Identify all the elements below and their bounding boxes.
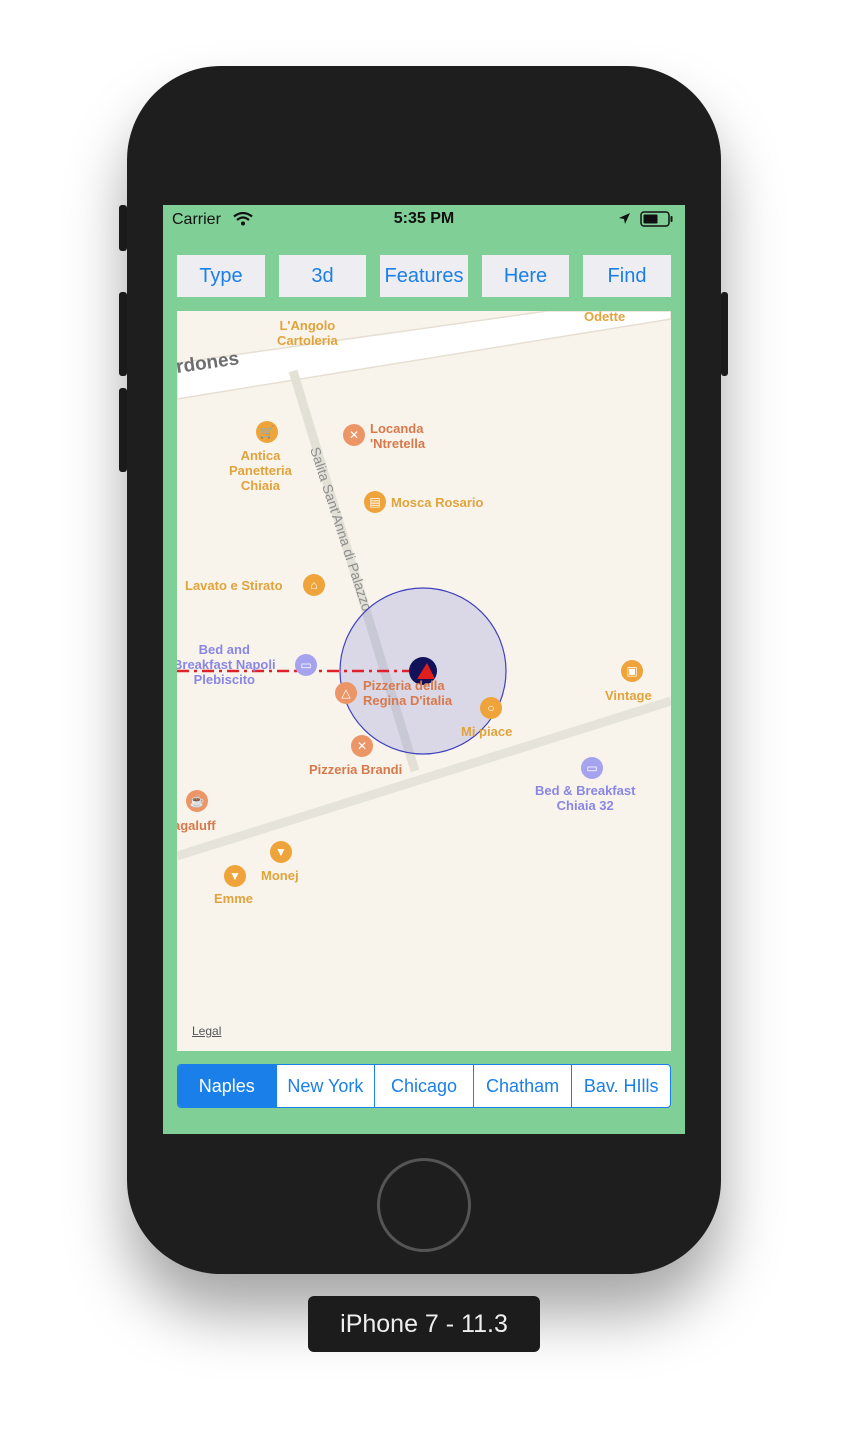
home-button[interactable] bbox=[377, 1158, 471, 1252]
clothing-icon: ▼ bbox=[224, 865, 246, 887]
clothing-icon: ▼ bbox=[270, 841, 292, 863]
poi-pizzeria-brandi[interactable]: Pizzeria Brandi bbox=[309, 762, 402, 777]
shopping-bag-icon: ▣ bbox=[621, 660, 643, 682]
poi-lavato-stirato[interactable]: Lavato e Stirato bbox=[185, 578, 283, 593]
find-button[interactable]: Find bbox=[583, 255, 671, 297]
poi-mosca-rosario[interactable]: Mosca Rosario bbox=[391, 495, 483, 510]
poi-angolo-cartoleria[interactable]: L'Angolo Cartoleria bbox=[277, 318, 338, 348]
screen: Carrier 5:35 PM Type 3d Features Here Fi… bbox=[163, 205, 685, 1134]
street-top-road bbox=[177, 311, 671, 400]
segment-new-york[interactable]: New York bbox=[277, 1065, 376, 1107]
device-label: iPhone 7 - 11.3 bbox=[308, 1296, 540, 1352]
location-arrow-icon bbox=[619, 213, 630, 224]
poi-emme[interactable]: Emme bbox=[214, 891, 253, 906]
city-segmented-control: Naples New York Chicago Chatham Bav. HIl… bbox=[177, 1064, 671, 1108]
restaurant-icon: ✕ bbox=[351, 735, 373, 757]
segment-bav-hills[interactable]: Bav. HIlls bbox=[572, 1065, 670, 1107]
hotel-icon: ▭ bbox=[581, 757, 603, 779]
here-button[interactable]: Here bbox=[482, 255, 569, 297]
poi-locanda[interactable]: Locanda 'Ntretella bbox=[370, 421, 425, 451]
mute-switch bbox=[119, 205, 127, 251]
segment-naples[interactable]: Naples bbox=[178, 1065, 277, 1107]
status-time: 5:35 PM bbox=[393, 210, 455, 227]
segment-chatham[interactable]: Chatham bbox=[474, 1065, 573, 1107]
type-button[interactable]: Type bbox=[177, 255, 265, 297]
poi-gaguff[interactable]: agaluff bbox=[177, 818, 216, 833]
poi-antica-panetteria[interactable]: Antica Panetteria Chiaia bbox=[229, 448, 292, 493]
map-view[interactable]: rdones Salita Sant'Anna di Palazzo 🛒 ✕ ▤… bbox=[177, 311, 671, 1051]
poi-monej[interactable]: Monej bbox=[261, 868, 299, 883]
power-button bbox=[721, 292, 728, 376]
pizza-icon: △ bbox=[335, 682, 357, 704]
jewelry-icon: ○ bbox=[480, 697, 502, 719]
cafe-icon: ☕ bbox=[186, 790, 208, 812]
poi-bnb-napoli[interactable]: Bed and Breakfast Napoli Plebiscito bbox=[177, 642, 276, 687]
volume-up-button bbox=[119, 292, 127, 376]
status-bar: Carrier 5:35 PM bbox=[163, 205, 685, 233]
restaurant-icon: ✕ bbox=[343, 424, 365, 446]
poi-mi-piace[interactable]: Mi piace bbox=[461, 724, 512, 739]
laundry-icon: ⌂ bbox=[303, 574, 325, 596]
battery-icon bbox=[640, 211, 673, 227]
basket-icon: ▤ bbox=[364, 491, 386, 513]
poi-odette[interactable]: Odette bbox=[584, 311, 625, 324]
legal-link[interactable]: Legal bbox=[192, 1024, 221, 1038]
3d-button[interactable]: 3d bbox=[279, 255, 366, 297]
features-button[interactable]: Features bbox=[380, 255, 468, 297]
poi-pizzeria-regina[interactable]: Pizzeria della Regina D'italia bbox=[363, 678, 452, 708]
poi-bnb-chiaia[interactable]: Bed & Breakfast Chiaia 32 bbox=[535, 783, 635, 813]
poi-vintage[interactable]: Vintage bbox=[605, 688, 652, 703]
hotel-icon: ▭ bbox=[295, 654, 317, 676]
volume-down-button bbox=[119, 388, 127, 472]
shopping-cart-icon: 🛒 bbox=[256, 421, 278, 443]
segment-chicago[interactable]: Chicago bbox=[375, 1065, 474, 1107]
